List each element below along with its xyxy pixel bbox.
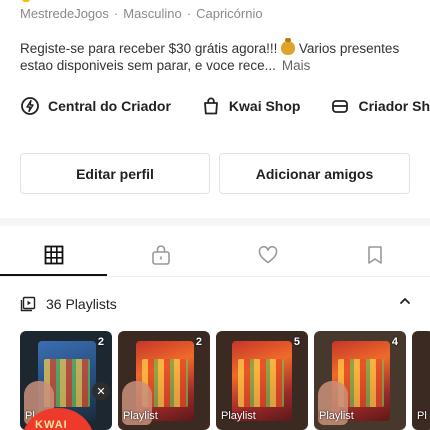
profile-bio: Registe-se para receber $30 grátis agora… xyxy=(20,38,420,74)
profile-badge-fragment xyxy=(22,0,30,2)
lock-icon xyxy=(151,245,170,265)
money-bag-icon xyxy=(281,38,296,55)
collapse-toggle[interactable] xyxy=(398,294,412,313)
bio-more-link[interactable]: Mais xyxy=(282,58,311,73)
playlist-label: Playlist xyxy=(123,410,158,422)
tab-private[interactable] xyxy=(107,234,214,276)
profile-gender: Masculino xyxy=(123,6,182,21)
kwai-shop-link[interactable]: Kwai Shop xyxy=(201,96,301,116)
meta-separator: · xyxy=(186,6,192,21)
creator-center-icon xyxy=(21,97,39,115)
grid-icon xyxy=(44,245,63,265)
content-tabs xyxy=(0,234,430,276)
shopping-bag-icon xyxy=(204,97,218,115)
creator-shop-link[interactable]: Criador Sho xyxy=(330,96,430,116)
playlists-title-group: 36 Playlists xyxy=(20,296,117,312)
playlist-video-count: 2 xyxy=(97,336,104,348)
playlist-video-count: 4 xyxy=(391,336,398,348)
playlist-card[interactable]: 5 Playlist xyxy=(216,331,308,430)
kwai-shop-label: Kwai Shop xyxy=(228,98,301,114)
bio-text: Registe-se para receber $30 grátis agora… xyxy=(20,41,282,56)
tab-saved[interactable] xyxy=(321,234,428,276)
playlist-label: Pl xyxy=(417,410,427,422)
profile-username: MestredeJogos xyxy=(20,6,109,21)
tabs-divider xyxy=(0,276,430,277)
playlist-label: Playlist xyxy=(319,410,354,422)
playlists-count: 36 Playlists xyxy=(46,295,117,312)
playlist-card[interactable]: 2 Playlist xyxy=(118,331,210,430)
bookmark-icon xyxy=(367,246,382,264)
meta-separator: · xyxy=(113,6,119,21)
playlists-header[interactable]: 36 Playlists xyxy=(20,294,412,313)
creator-shop-label: Criador Sho xyxy=(358,98,430,114)
profile-meta: MestredeJogos · Masculino · Capricórnio xyxy=(20,6,263,21)
profile-sign: Capricórnio xyxy=(196,6,263,21)
close-icon[interactable]: ✕ xyxy=(92,382,110,400)
add-friends-button[interactable]: Adicionar amigos xyxy=(219,153,410,194)
edit-profile-button[interactable]: Editar perfil xyxy=(20,153,210,194)
creator-center-link[interactable]: Central do Criador xyxy=(20,96,171,116)
tab-liked[interactable] xyxy=(214,234,321,276)
playlist-label: Playlist xyxy=(221,410,256,422)
playlist-card[interactable]: 4 Playlist xyxy=(314,331,406,430)
heart-icon xyxy=(258,245,277,264)
thumbnail-image xyxy=(232,341,292,421)
playlist-icon xyxy=(20,296,36,311)
playlist-video-count: 5 xyxy=(293,336,300,348)
creator-center-label: Central do Criador xyxy=(48,98,171,114)
tab-grid[interactable] xyxy=(0,234,107,276)
playlist-card[interactable]: Pl xyxy=(412,331,430,430)
creator-shop-icon xyxy=(332,100,349,113)
chevron-up-icon xyxy=(400,298,410,304)
playlist-video-count: 2 xyxy=(195,336,202,348)
section-divider xyxy=(0,218,430,226)
kwai-badge-text: KWAI xyxy=(35,419,68,430)
quick-links-row: Central do Criador Kwai Shop Criador Sho xyxy=(20,96,430,116)
